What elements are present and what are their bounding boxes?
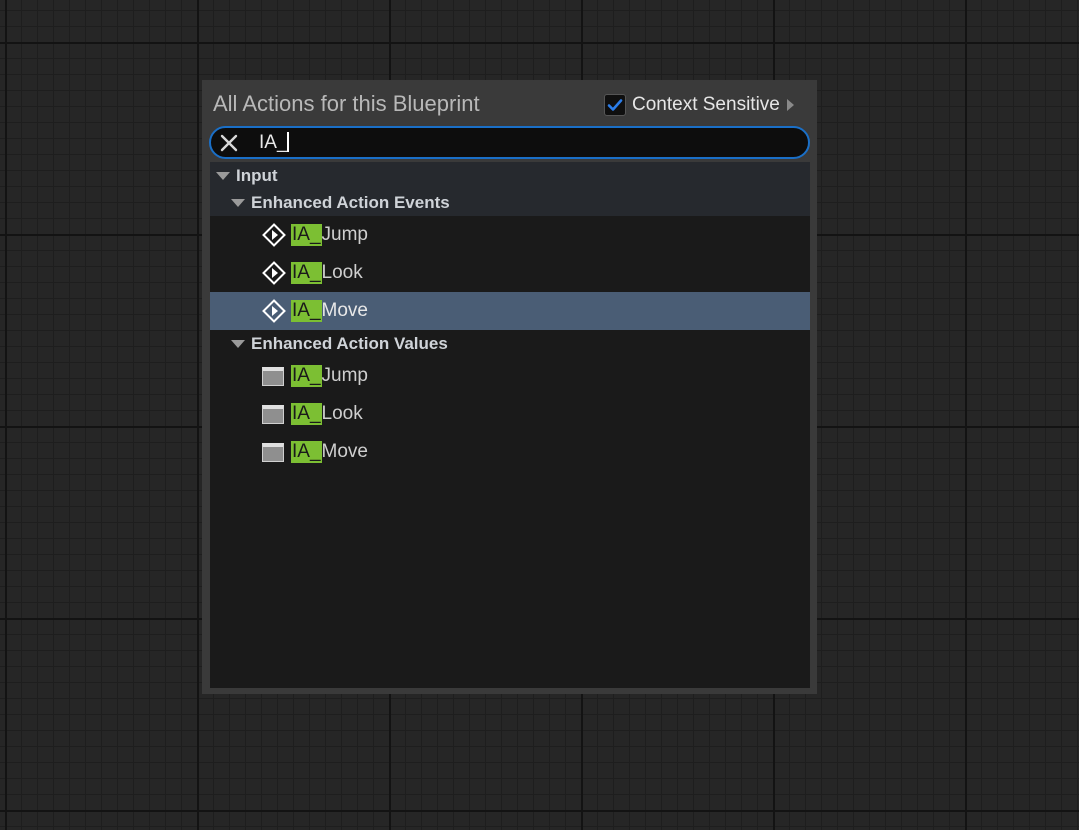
- search-match-highlight: IA_: [291, 441, 322, 463]
- event-node-icon: [262, 223, 286, 247]
- search-match-highlight: IA_: [291, 300, 322, 322]
- search-match-highlight: IA_: [291, 224, 322, 246]
- category-enhanced-action-values[interactable]: Enhanced Action Values: [210, 330, 810, 357]
- triangle-down-icon[interactable]: [231, 339, 245, 348]
- event-node-icon: [262, 261, 286, 285]
- panel-title: All Actions for this Blueprint: [213, 91, 480, 116]
- action-list[interactable]: Input Enhanced Action Events IA_ Jump IA_…: [210, 162, 810, 688]
- list-item[interactable]: IA_ Move: [210, 433, 810, 471]
- list-item[interactable]: IA_ Jump: [210, 357, 810, 395]
- category-label: Input: [236, 165, 278, 185]
- context-sensitive-checkbox[interactable]: [604, 94, 626, 116]
- category-label: Enhanced Action Events: [251, 192, 450, 212]
- context-sensitive-toggle[interactable]: Context Sensitive: [604, 92, 794, 118]
- item-label: Move: [321, 300, 368, 321]
- category-label: Enhanced Action Values: [251, 333, 448, 353]
- category-input[interactable]: Input: [210, 162, 810, 189]
- search-match-highlight: IA_: [291, 403, 322, 425]
- item-label: Jump: [321, 224, 368, 245]
- list-item[interactable]: IA_ Jump: [210, 216, 810, 254]
- event-node-icon: [262, 299, 286, 323]
- item-label: Look: [321, 403, 363, 424]
- category-enhanced-action-events[interactable]: Enhanced Action Events: [210, 189, 810, 216]
- list-item[interactable]: IA_ Look: [210, 254, 810, 292]
- item-label: Look: [321, 262, 363, 283]
- function-node-icon: [262, 442, 284, 462]
- expand-arrow-icon[interactable]: [786, 99, 794, 111]
- list-item[interactable]: IA_ Look: [210, 395, 810, 433]
- checkmark-icon: [607, 99, 623, 111]
- search-match-highlight: IA_: [291, 365, 322, 387]
- search-input-value: IA_: [259, 132, 288, 153]
- list-item-selected[interactable]: IA_ Move: [210, 292, 810, 330]
- triangle-down-icon[interactable]: [231, 198, 245, 207]
- search-input[interactable]: IA_: [259, 132, 289, 154]
- action-menu-panel: All Actions for this Blueprint Context S…: [202, 80, 817, 694]
- text-cursor: [286, 132, 289, 152]
- triangle-down-icon[interactable]: [216, 171, 230, 180]
- function-node-icon: [262, 404, 284, 424]
- context-sensitive-label: Context Sensitive: [632, 94, 780, 115]
- function-node-icon: [262, 366, 284, 386]
- search-match-highlight: IA_: [291, 262, 322, 284]
- search-box[interactable]: IA_: [209, 126, 810, 159]
- panel-header: All Actions for this Blueprint Context S…: [202, 80, 817, 126]
- item-label: Jump: [321, 365, 368, 386]
- item-label: Move: [321, 441, 368, 462]
- close-icon[interactable]: [219, 133, 239, 153]
